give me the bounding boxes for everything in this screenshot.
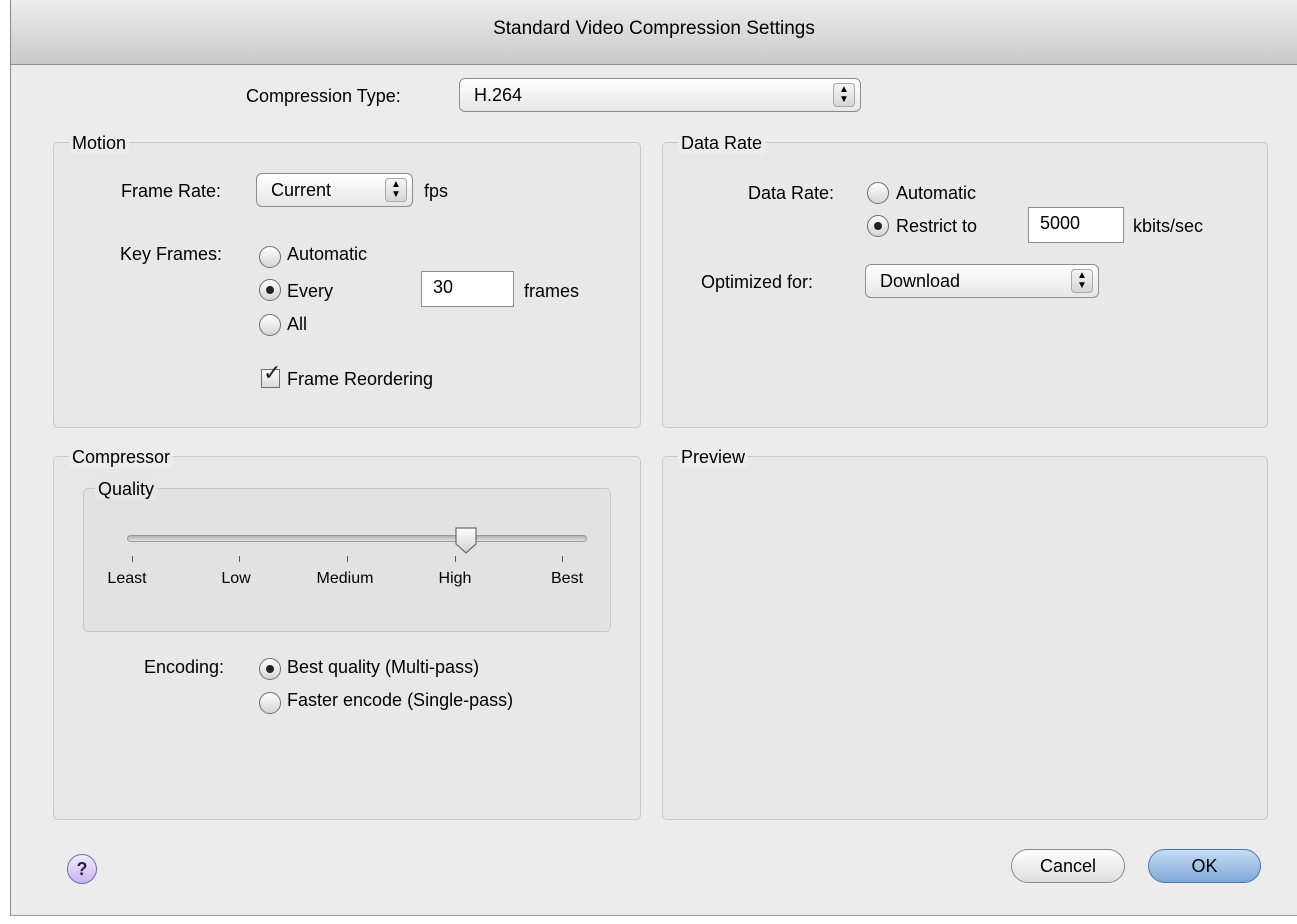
key-frames-unit: frames bbox=[524, 281, 580, 301]
key-frames-label: Key Frames: bbox=[120, 244, 223, 264]
data-rate-automatic-radio[interactable] bbox=[867, 182, 889, 204]
encoding-multipass-label[interactable]: Best quality (Multi-pass) bbox=[287, 657, 479, 678]
preview-group bbox=[662, 456, 1268, 820]
frame-rate-popup[interactable]: Current ▲ ▼ bbox=[256, 173, 413, 207]
quality-tick-label: Medium bbox=[316, 570, 374, 587]
data-rate-restrict-label[interactable]: Restrict to bbox=[896, 216, 977, 237]
quality-tick-label: Best bbox=[550, 570, 584, 587]
quality-tick-label: High bbox=[438, 570, 472, 587]
data-rate-restrict-radio[interactable] bbox=[867, 215, 889, 237]
up-down-arrows-icon: ▲ ▼ bbox=[833, 83, 855, 107]
optimized-for-label: Optimized for: bbox=[701, 272, 814, 292]
encoding-singlepass-label[interactable]: Faster encode (Single-pass) bbox=[287, 690, 513, 711]
quality-group-title: Quality bbox=[95, 479, 158, 500]
key-frames-all-radio[interactable] bbox=[259, 314, 281, 336]
quality-tick bbox=[347, 556, 348, 562]
cancel-button[interactable]: Cancel bbox=[1011, 849, 1125, 883]
frame-rate-value: Current bbox=[271, 180, 332, 200]
frame-rate-unit: fps bbox=[424, 181, 449, 201]
quality-slider-thumb[interactable] bbox=[454, 526, 478, 554]
compression-settings-dialog: Standard Video Compression Settings Comp… bbox=[10, 0, 1297, 916]
help-icon[interactable]: ? bbox=[67, 854, 97, 884]
ok-button[interactable]: OK bbox=[1148, 849, 1261, 883]
quality-tick bbox=[455, 556, 456, 562]
encoding-multipass-radio[interactable] bbox=[259, 658, 281, 680]
data-rate-input[interactable]: 5000 bbox=[1028, 207, 1124, 243]
encoding-label: Encoding: bbox=[144, 657, 225, 677]
title-bar: Standard Video Compression Settings bbox=[11, 0, 1297, 65]
checkmark-icon: ✓ bbox=[263, 360, 282, 385]
key-frames-every-label[interactable]: Every bbox=[287, 281, 333, 302]
data-rate-label: Data Rate: bbox=[748, 183, 835, 203]
key-frames-input[interactable]: 30 bbox=[421, 271, 514, 307]
data-rate-automatic-label[interactable]: Automatic bbox=[896, 183, 976, 204]
frame-reordering-label[interactable]: Frame Reordering bbox=[287, 369, 433, 390]
preview-group-title: Preview bbox=[678, 447, 749, 468]
data-rate-group-title: Data Rate bbox=[678, 133, 766, 154]
compression-type-value: H.264 bbox=[474, 85, 523, 105]
compression-type-label: Compression Type: bbox=[246, 86, 401, 106]
data-rate-unit: kbits/sec bbox=[1133, 216, 1204, 236]
key-frames-every-radio[interactable] bbox=[259, 279, 281, 301]
compression-type-popup[interactable]: H.264 ▲ ▼ bbox=[459, 78, 861, 112]
encoding-singlepass-radio[interactable] bbox=[259, 692, 281, 714]
quality-tick-label: Least bbox=[107, 570, 147, 587]
key-frames-all-label[interactable]: All bbox=[287, 314, 307, 335]
key-frames-automatic-label[interactable]: Automatic bbox=[287, 244, 367, 265]
window-title: Standard Video Compression Settings bbox=[493, 18, 815, 39]
quality-slider-track[interactable] bbox=[127, 535, 587, 542]
key-frames-automatic-radio[interactable] bbox=[259, 246, 281, 268]
compressor-group-title: Compressor bbox=[69, 447, 174, 468]
up-down-arrows-icon: ▲ ▼ bbox=[385, 178, 407, 202]
quality-tick-label: Low bbox=[221, 570, 251, 587]
frame-reordering-checkbox[interactable]: ✓ bbox=[261, 362, 281, 388]
up-down-arrows-icon: ▲ ▼ bbox=[1071, 269, 1093, 293]
quality-tick bbox=[239, 556, 240, 562]
frame-rate-label: Frame Rate: bbox=[121, 181, 222, 201]
motion-group-title: Motion bbox=[69, 133, 130, 154]
optimized-for-value: Download bbox=[880, 271, 961, 291]
quality-tick bbox=[132, 556, 133, 562]
quality-tick bbox=[562, 556, 563, 562]
optimized-for-popup[interactable]: Download ▲ ▼ bbox=[865, 264, 1099, 298]
